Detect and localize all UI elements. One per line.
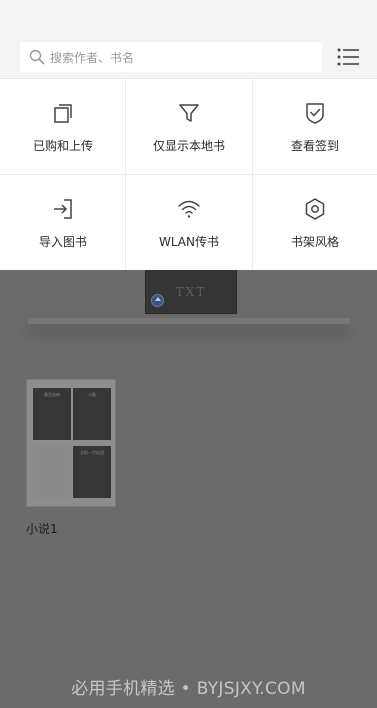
book-folder[interactable]: 重生仙帝 斗破 全职一世仙途 bbox=[26, 379, 116, 507]
menu-item-shelf-style[interactable]: 书架风格 bbox=[252, 175, 377, 270]
shield-check-icon bbox=[306, 103, 324, 124]
search-icon bbox=[29, 49, 45, 65]
menu-item-label: 导入图书 bbox=[38, 235, 87, 249]
search-placeholder: 搜索作者、书名 bbox=[50, 50, 135, 65]
menu-item-label: WLAN传书 bbox=[158, 235, 219, 249]
menu-item-import-books[interactable]: 导入图书 bbox=[0, 175, 126, 270]
filter-icon bbox=[179, 104, 199, 122]
bookshelf-menu-panel: 搜索作者、书名 已购和上传 仅显示本地书 查看签到 导入图书 WLAN传书 书架… bbox=[0, 0, 377, 270]
menu-item-label: 书架风格 bbox=[290, 235, 339, 249]
menu-item-wlan-transfer[interactable]: WLAN传书 bbox=[126, 175, 252, 270]
search-bar: 搜索作者、书名 bbox=[0, 0, 377, 79]
list-menu-icon[interactable] bbox=[336, 46, 360, 68]
shelf-plank bbox=[28, 318, 350, 324]
quick-menu-grid: 已购和上传 仅显示本地书 查看签到 导入图书 WLAN传书 书架风格 bbox=[0, 79, 377, 270]
menu-item-label: 仅显示本地书 bbox=[152, 139, 225, 153]
menu-item-check-in[interactable]: 查看签到 bbox=[252, 79, 377, 174]
mini-cover: 全职一世仙途 bbox=[73, 446, 111, 498]
menu-item-purchased-uploads[interactable]: 已购和上传 bbox=[0, 79, 126, 174]
menu-item-label: 查看签到 bbox=[290, 139, 339, 153]
wifi-icon bbox=[178, 200, 200, 218]
copy-icon bbox=[54, 104, 72, 123]
menu-item-label: 已购和上传 bbox=[32, 139, 93, 153]
menu-item-local-only[interactable]: 仅显示本地书 bbox=[126, 79, 252, 174]
mini-cover: 斗破 bbox=[73, 388, 111, 440]
folder-label: 小说1 bbox=[26, 522, 58, 536]
search-input[interactable]: 搜索作者、书名 bbox=[20, 42, 322, 72]
mini-cover: 重生仙帝 bbox=[33, 388, 71, 440]
upload-badge-icon bbox=[151, 294, 164, 307]
gear-icon bbox=[305, 198, 325, 220]
import-icon bbox=[54, 199, 72, 219]
watermark: 必用手机精选 • BYJSJXY.COM bbox=[71, 679, 306, 699]
mini-cover bbox=[33, 446, 71, 498]
